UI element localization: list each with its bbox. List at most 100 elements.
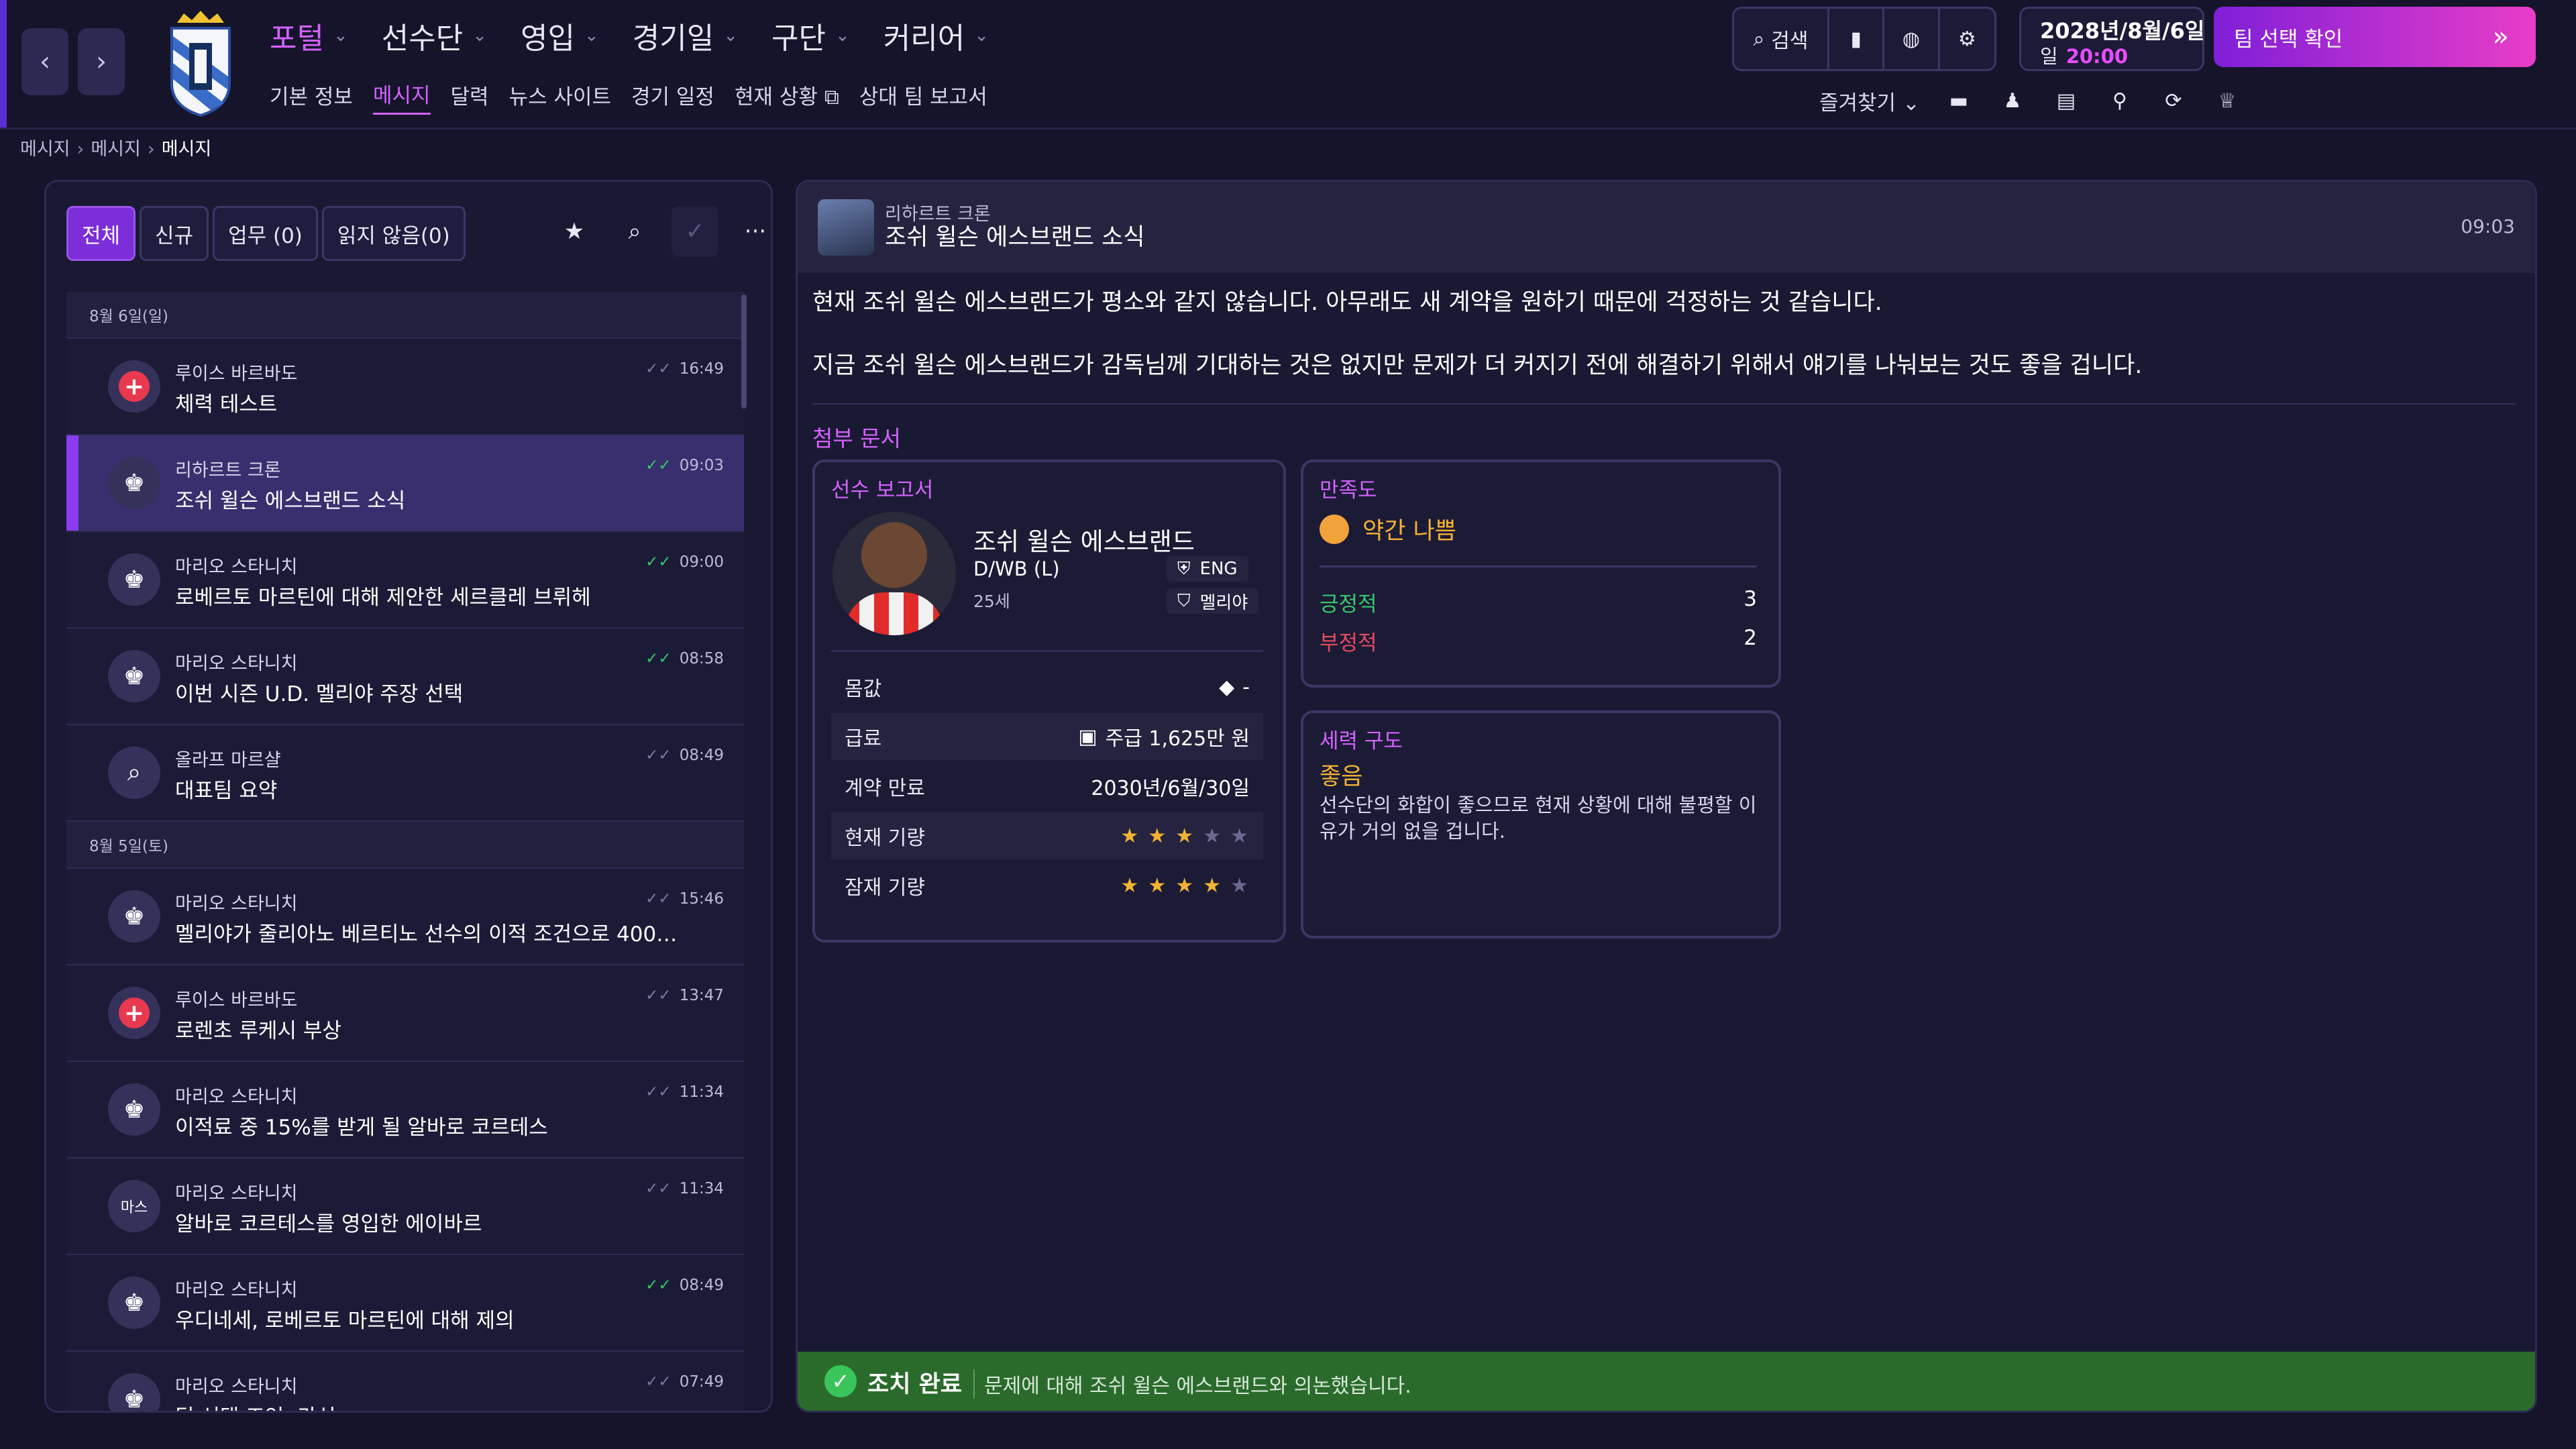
more-icon[interactable]: ··· — [732, 206, 771, 257]
message-subject: 알바로 코르테스를 영입한 에이바르 — [175, 1212, 482, 1236]
action-completed-bar: ✓ 조치 완료 문제에 대해 조쉬 윌슨 에스브랜드와 의논했습니다. — [798, 1352, 2535, 1411]
filter-unread[interactable]: 읽지 않음(0) — [321, 206, 466, 261]
message-paragraph: 지금 조쉬 윌슨 에스브랜드가 감독님께 기대하는 것은 없지만 문제가 더 커… — [812, 352, 2143, 379]
chevron-down-icon: ⌄ — [333, 25, 348, 46]
search-icon[interactable]: ⌕ — [611, 206, 658, 257]
club-crest-logo[interactable] — [164, 9, 237, 117]
subnav-overview[interactable]: 기본 정보 — [270, 80, 353, 114]
nav-recruitment[interactable]: 영입 ⌄ — [521, 14, 599, 57]
nav-matchday[interactable]: 경기일 ⌄ — [633, 14, 738, 57]
message-list-item[interactable]: ⌕ 올라프 마르샬 대표팀 요약 ✓✓ 08:49 — [66, 725, 744, 822]
subnav-current-status[interactable]: 현재 상황 ⧉ — [735, 80, 839, 114]
read-check-icon: ✓✓ — [645, 747, 672, 764]
staff-avatar-icon: ♚ — [123, 1095, 146, 1124]
favorites-dropdown[interactable]: 즐겨찾기 ⌄ — [1819, 86, 1920, 116]
star-icon: ★ — [1120, 824, 1140, 848]
chevron-down-icon: ⌄ — [584, 25, 599, 46]
chat-icon[interactable]: ▬ — [1944, 86, 1974, 115]
message-list-item[interactable]: ♚ 마리오 스타니치 우디네세, 로베르토 마르틴에 대해 제의 ✓✓ 08:49 — [66, 1255, 744, 1352]
dynamics-card[interactable]: 세력 구도 좋음 선수단의 화합이 좋으므로 현재 상황에 대해 불평할 이유가… — [1301, 710, 1781, 938]
subnav-news[interactable]: 뉴스 사이트 — [509, 80, 611, 114]
filter-new[interactable]: 신규 — [140, 206, 209, 261]
sender-avatar: ♚ — [108, 650, 160, 702]
player-report-card[interactable]: 선수 보고서 조쉬 윌슨 에스브랜드 D/WB (L) 25세 ⛨ ENG ⛉ 멜리… — [812, 460, 1286, 943]
inbox-tools: ★ ⌕ ✓ ··· — [551, 206, 771, 257]
message-list-item[interactable]: ♚ 리하르트 크론 조쉬 윌슨 에스브랜드 소식 ✓✓ 09:03 — [66, 435, 744, 532]
nation-badge[interactable]: ⛨ ENG — [1167, 556, 1248, 582]
message-list-item[interactable]: ♚ 마리오 스타니치 멜리야가 줄리아노 베르티노 선수의 이적 조건으로 400만… — [66, 869, 744, 965]
back-button[interactable]: ‹ — [21, 28, 68, 95]
confirm-team-selection-button[interactable]: 팀 선택 확인 » — [2214, 7, 2536, 67]
player-name[interactable]: 조쉬 윌슨 에스브랜드 — [973, 521, 1195, 557]
shirt-icon[interactable]: ♟ — [1998, 86, 2027, 115]
club-badge[interactable]: ⛉ 멜리야 — [1167, 588, 1259, 614]
date-time-display[interactable]: 2028년/8월/6일 일 20:00 — [2019, 7, 2204, 71]
globe-icon: ◍ — [1902, 27, 1921, 51]
message-time: ✓✓ 09:00 — [645, 553, 724, 571]
message-list-item[interactable]: 마스 마리오 스타니치 알바로 코르테스를 영입한 에이바르 ✓✓ 11:34 — [66, 1159, 744, 1255]
message-sender: 마리오 스타니치 — [175, 894, 298, 914]
list-scrollbar[interactable] — [741, 294, 747, 409]
staff-avatar-icon: ♚ — [123, 902, 146, 930]
message-list-item[interactable]: ♚ 마리오 스타니치팀 선택 조언: 라싱 ✓✓07:49 — [66, 1352, 744, 1413]
nav-squad[interactable]: 선수단 ⌄ — [382, 14, 487, 57]
read-check-icon: ✓✓ — [645, 1277, 672, 1294]
scout-icon[interactable]: ⚲ — [2105, 86, 2135, 115]
sub-nav: 기본 정보 메시지 달력 뉴스 사이트 경기 일정 현재 상황 ⧉ 상대 팀 보… — [270, 76, 987, 117]
trophy-icon[interactable]: ♕ — [2212, 86, 2242, 115]
breadcrumb-item[interactable]: 메시지 — [20, 139, 70, 160]
message-list-item[interactable]: ♚ 마리오 스타니치 이적료 중 15%를 받게 될 알바로 코르테스 ✓✓ 11:34 — [66, 1062, 744, 1159]
message-subject: 우디네세, 로베르토 마르틴에 대해 제의 — [175, 1309, 515, 1333]
satisfaction-card[interactable]: 만족도 약간 나쁨 긍정적 3 부정적 2 — [1301, 460, 1781, 688]
game-day-time: 일 20:00 — [2040, 45, 2128, 68]
message-header: 리하르트 크론 조쉬 윌슨 에스브랜드 소식 09:03 — [798, 182, 2535, 273]
refresh-icon[interactable]: ⟳ — [2159, 86, 2188, 115]
message-list-item[interactable]: + 루이스 바르바도 체력 테스트 ✓✓ 16:49 — [66, 339, 744, 435]
price-tag-icon: ◆ — [1219, 675, 1235, 699]
forward-button[interactable]: › — [78, 28, 125, 95]
subnav-fixtures[interactable]: 경기 일정 — [631, 80, 714, 114]
card-title: 만족도 — [1320, 478, 1377, 502]
action-title: 조치 완료 — [867, 1371, 962, 1398]
read-check-icon: ✓✓ — [645, 1180, 672, 1197]
chevron-down-icon: ⌄ — [723, 25, 739, 46]
breadcrumb-item[interactable]: 메시지 — [91, 139, 141, 160]
subnav-opposition-report[interactable]: 상대 팀 보고서 — [859, 80, 987, 114]
star-icon[interactable]: ★ — [551, 206, 598, 257]
message-paragraph: 현재 조쉬 윌슨 에스브랜드가 평소와 같지 않습니다. 아무래도 새 계약을 … — [812, 289, 1882, 316]
staff-avatar-icon: ♚ — [123, 1385, 146, 1413]
nav-club[interactable]: 구단 ⌄ — [771, 14, 850, 57]
read-check-icon: ✓✓ — [645, 360, 672, 378]
filter-tasks[interactable]: 업무 (0) — [213, 206, 318, 261]
divider — [831, 650, 1263, 652]
nav-career[interactable]: 커리어 ⌄ — [883, 14, 989, 57]
message-subject: 조쉬 윌슨 에스브랜드 소식 — [175, 489, 406, 513]
search-button[interactable]: ⌕ 검색 — [1734, 9, 1829, 69]
read-check-icon: ✓✓ — [645, 1083, 672, 1101]
message-list-item[interactable]: + 루이스 바르바도 로렌초 루케시 부상 ✓✓ 13:47 — [66, 965, 744, 1062]
subnav-calendar[interactable]: 달력 — [451, 80, 489, 114]
staff-avatar-icon: ♚ — [123, 469, 146, 497]
message-sender: 마리오 스타니치 — [175, 653, 298, 674]
report-row-contract: 계약 만료 2030년/6월/30일 — [845, 777, 1250, 800]
filter-all[interactable]: 전체 — [66, 206, 136, 261]
message-time: ✓✓ 11:34 — [645, 1083, 724, 1101]
read-check-icon: ✓✓ — [645, 553, 672, 571]
message-list-item[interactable]: ♚ 마리오 스타니치 이번 시즌 U.D. 멜리야 주장 선택 ✓✓ 08:58 — [66, 629, 744, 725]
sender-avatar: ♚ — [108, 890, 160, 943]
message-sender: 마리오 스타니치 — [175, 1183, 298, 1204]
player-position: D/WB (L) — [973, 557, 1060, 580]
sender-avatar: ♚ — [108, 1083, 160, 1136]
settings-button[interactable]: ⚙ — [1940, 9, 1994, 69]
bookmark-button[interactable]: ▮ — [1829, 9, 1885, 69]
message-time: ✓✓ 13:47 — [645, 987, 724, 1004]
message-list-item[interactable]: ♚ 마리오 스타니치 로베르토 마르틴에 대해 제안한 세르클레 브뤼헤 ✓✓ 09:0… — [66, 532, 744, 629]
message-time: ✓✓ 07:49 — [645, 1373, 724, 1391]
nav-portal[interactable]: 포털 ⌄ — [270, 14, 348, 57]
world-button[interactable]: ◍ — [1884, 9, 1940, 69]
chevron-down-icon: ⌄ — [974, 25, 989, 46]
subnav-messages[interactable]: 메시지 — [372, 78, 431, 115]
mark-read-icon[interactable]: ✓ — [672, 206, 718, 257]
medical-icon: + — [119, 371, 150, 402]
tactics-icon[interactable]: ▤ — [2051, 86, 2081, 115]
